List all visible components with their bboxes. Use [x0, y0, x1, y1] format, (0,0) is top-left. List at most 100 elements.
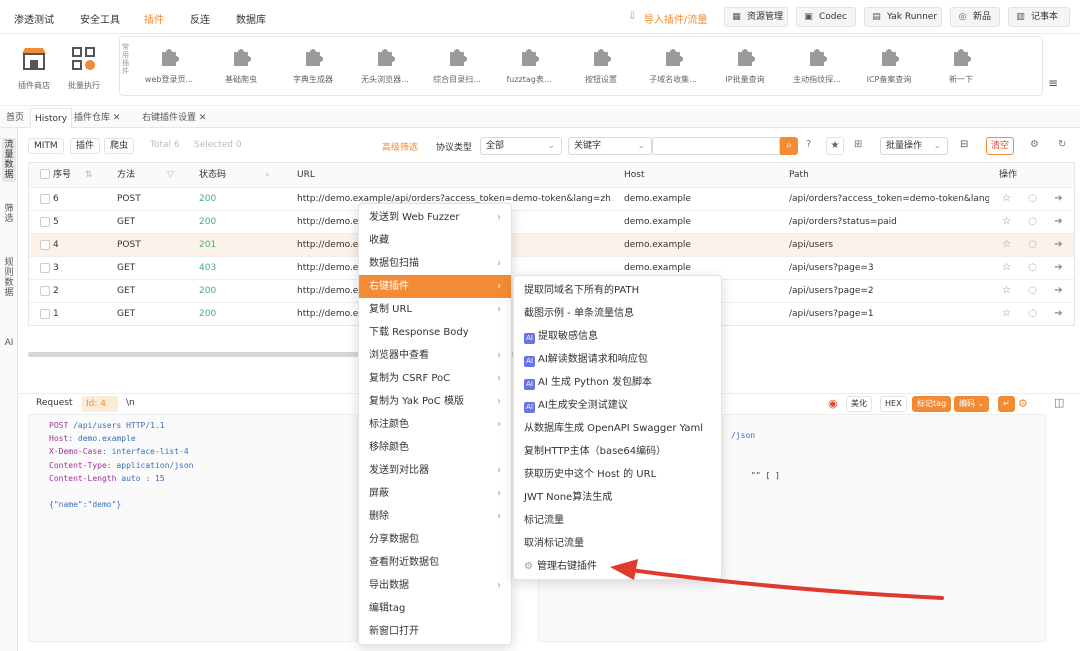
sidebar-item-filter[interactable]: 筛选 [2, 204, 16, 224]
beautify-button[interactable]: 美化 [846, 396, 872, 412]
plugin-shortcut[interactable]: 按钮设置 [566, 45, 636, 85]
search-input[interactable] [652, 137, 780, 155]
layout-icon[interactable]: ◫ [1054, 396, 1064, 409]
tab-home[interactable]: 首页 [2, 108, 28, 128]
col-url[interactable]: URL [297, 163, 315, 187]
context-menu-item[interactable]: 复制为 CSRF PoC › [359, 367, 511, 390]
newline-toggle[interactable]: \n [126, 398, 146, 408]
plugin-shortcut[interactable]: 子域名收集... [638, 45, 708, 85]
context-menu-item[interactable]: 收藏 [359, 229, 511, 252]
col-status[interactable]: 状态码 [199, 163, 226, 187]
plugin-shortcut[interactable]: ICP备案查询 [854, 45, 924, 85]
chrome-icon[interactable]: ◉ [828, 397, 838, 410]
context-menu-item[interactable]: 复制 URL › [359, 298, 511, 321]
batch-ops-select[interactable]: 批量操作 ⌄ [880, 137, 948, 155]
star-button[interactable]: ★ [826, 137, 844, 155]
import-plugin-traffic-link[interactable]: 导入插件/流量 [644, 11, 707, 26]
plugin-shortcut[interactable]: IP批量查询 [710, 45, 780, 85]
codec-button[interactable]: ▣ Codec [796, 7, 856, 27]
settings-icon[interactable]: ⚙ [1030, 139, 1039, 150]
context-menu-item[interactable]: 标注颜色 › [359, 413, 511, 436]
menu-database[interactable]: 数据库 [236, 11, 266, 26]
star-icon[interactable]: ☆ [1001, 239, 1012, 250]
context-menu-item[interactable]: 下载 Response Body [359, 321, 511, 344]
col-id[interactable]: 序号 [53, 163, 71, 187]
context-menu-item[interactable]: 编辑tag [359, 597, 511, 620]
context-menu-item[interactable]: 复制为 Yak PoC 模版 › [359, 390, 511, 413]
context-menu-item[interactable]: 发送到对比器 › [359, 459, 511, 482]
notebook-button[interactable]: ▥ 记事本 [1008, 7, 1070, 27]
expand-menu-icon[interactable]: ≡ [1048, 76, 1058, 90]
context-menu-item[interactable]: 移除颜色 [359, 436, 511, 459]
submenu-item[interactable]: AI AI生成安全测试建议 [514, 394, 721, 417]
plugin-shortcut[interactable]: 字典生成器 [278, 45, 348, 85]
row-checkbox[interactable] [40, 286, 50, 296]
wrap-icon[interactable]: ↵ [998, 396, 1015, 412]
submenu-item[interactable]: 复制HTTP主体（base64编码） [514, 440, 721, 463]
tab-plugin-repo[interactable]: 插件仓库 ✕ [70, 108, 124, 128]
plugin-store-button[interactable]: 插件商店 [10, 44, 58, 91]
arrow-right-icon[interactable]: ➔ [1053, 216, 1064, 227]
plugin-filter-button[interactable]: 插件 [70, 138, 101, 154]
context-menu-item[interactable]: 新窗口打开 [359, 620, 511, 643]
plugin-shortcut[interactable]: fuzztag表... [494, 45, 564, 85]
sort-icon[interactable]: ⇅ [85, 163, 93, 187]
plugin-shortcut[interactable]: web登录页... [134, 45, 204, 85]
tab-history[interactable]: History [30, 108, 73, 128]
close-icon[interactable]: ✕ [199, 113, 207, 123]
search-button[interactable]: ⌕ [780, 137, 798, 155]
star-icon[interactable]: ☆ [1001, 308, 1012, 319]
chrome-icon[interactable]: ◌ [1027, 216, 1038, 227]
context-menu-item[interactable]: 删除 › [359, 505, 511, 528]
submenu-item[interactable]: 标记流量 [514, 509, 721, 532]
chrome-icon[interactable]: ◌ [1027, 285, 1038, 296]
settings-icon[interactable]: ⚙ [1018, 397, 1028, 410]
star-icon[interactable]: ☆ [1001, 262, 1012, 273]
plugin-shortcut[interactable]: 综合目录扫... [422, 45, 492, 85]
row-checkbox[interactable] [40, 309, 50, 319]
table-row[interactable]: 4 POST 201 http://demo.e demo.example/api/us… [29, 233, 1074, 256]
chrome-icon[interactable]: ◌ [1027, 239, 1038, 250]
mark-tag-button[interactable]: 标记tag [912, 396, 952, 412]
star-icon[interactable]: ☆ [1001, 193, 1012, 204]
context-menu-item[interactable]: 分享数据包 [359, 528, 511, 551]
table-row[interactable]: 5 GET 200 http://demo.e demo.example/api/ord… [29, 210, 1074, 233]
close-icon[interactable]: ✕ [113, 113, 121, 123]
arrow-right-icon[interactable]: ➔ [1053, 285, 1064, 296]
context-menu-item[interactable]: 数据包扫描 › [359, 252, 511, 275]
clear-button[interactable]: 清空 [986, 137, 1015, 155]
refresh-icon[interactable]: ↻ [1058, 139, 1066, 150]
context-menu-item[interactable]: 导出数据 › [359, 574, 511, 597]
sidebar-item-rules[interactable]: 规则数据 [2, 258, 16, 298]
row-checkbox[interactable] [40, 263, 50, 273]
sidebar-item-traffic[interactable]: 流量数据 [2, 138, 16, 182]
col-host[interactable]: Host [624, 163, 645, 187]
submenu-item[interactable]: 获取历史中这个 Host 的 URL [514, 463, 721, 486]
advanced-filter-link[interactable]: 高级筛选 [382, 140, 418, 153]
row-checkbox[interactable] [40, 240, 50, 250]
submenu-item[interactable]: 提取同域名下所有的PATH [514, 279, 721, 302]
filter-icon[interactable]: ▽ [167, 163, 174, 187]
request-editor[interactable]: POST /api/users HTTP/1.1 Host: demo.examp… [28, 414, 358, 642]
col-path[interactable]: Path [789, 163, 809, 187]
context-menu-item[interactable]: 查看附近数据包 [359, 551, 511, 574]
tab-right-click-settings[interactable]: 右键插件设置 ✕ [138, 108, 210, 128]
context-menu-item[interactable]: 浏览器中查看 › [359, 344, 511, 367]
context-menu-item[interactable]: 屏蔽 › [359, 482, 511, 505]
mitm-button[interactable]: MITM [28, 138, 64, 154]
menu-security-tools[interactable]: 安全工具 [80, 11, 120, 26]
chrome-icon[interactable]: ◌ [1027, 308, 1038, 319]
arrow-right-icon[interactable]: ➔ [1053, 193, 1064, 204]
plugin-shortcut[interactable]: 无头浏览器... [350, 45, 420, 85]
search-icon[interactable]: ⌕ [265, 163, 270, 187]
encode-button[interactable]: 编码 ⌄ [954, 396, 990, 412]
resource-management-button[interactable]: ▦ 资源管理 [724, 7, 788, 27]
submenu-item[interactable]: AI AI解读数据请求和响应包 [514, 348, 721, 371]
submenu-item[interactable]: JWT None算法生成 [514, 486, 721, 509]
protocol-select[interactable]: 全部 ⌄ [480, 137, 562, 155]
arrow-right-icon[interactable]: ➔ [1053, 262, 1064, 273]
chrome-icon[interactable]: ◌ [1027, 193, 1038, 204]
menu-plugins[interactable]: 插件 [144, 11, 164, 26]
context-menu-item[interactable]: 右键插件 › [359, 275, 511, 298]
submenu-item[interactable]: 截图示例 - 单条流量信息 [514, 302, 721, 325]
